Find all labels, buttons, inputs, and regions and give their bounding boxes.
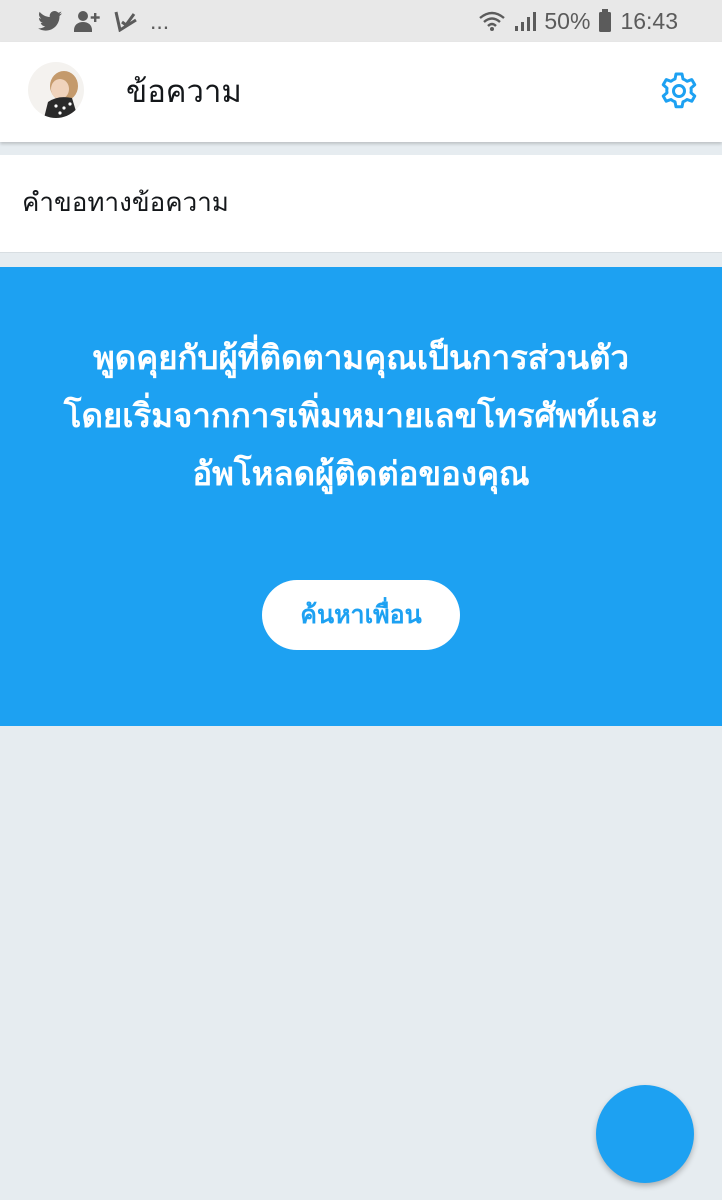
status-time: 16:43 — [620, 7, 678, 34]
gear-icon — [661, 72, 697, 109]
find-friends-button[interactable]: ค้นหาเพื่อน — [262, 580, 460, 650]
download-check-icon — [114, 10, 138, 32]
status-bar-right: 50% 16:43 — [478, 8, 678, 35]
status-bar: ... 50% 16:43 — [0, 0, 722, 42]
app-bar: ข้อความ — [0, 42, 722, 142]
message-requests-label: คำขอทางข้อความ — [22, 188, 229, 218]
status-bar-left: ... — [38, 8, 169, 35]
twitter-icon — [38, 11, 62, 31]
find-friends-promo: พูดคุยกับผู้ที่ติดตามคุณเป็นการส่วนตัว โ… — [0, 267, 722, 726]
message-requests-row[interactable]: คำขอทางข้อความ — [0, 155, 722, 253]
avatar-image — [28, 62, 84, 118]
battery-percent: 50% — [544, 7, 591, 34]
signal-icon — [514, 10, 537, 32]
settings-button[interactable] — [658, 70, 700, 112]
wifi-icon — [478, 10, 506, 32]
page-title: ข้อความ — [126, 74, 242, 110]
new-message-button[interactable] — [596, 1085, 694, 1183]
status-overflow: ... — [150, 7, 170, 34]
battery-icon — [598, 9, 612, 33]
add-user-icon — [74, 10, 102, 32]
promo-text: พูดคุยกับผู้ที่ติดตามคุณเป็นการส่วนตัว โ… — [63, 338, 659, 493]
avatar[interactable] — [28, 62, 84, 118]
